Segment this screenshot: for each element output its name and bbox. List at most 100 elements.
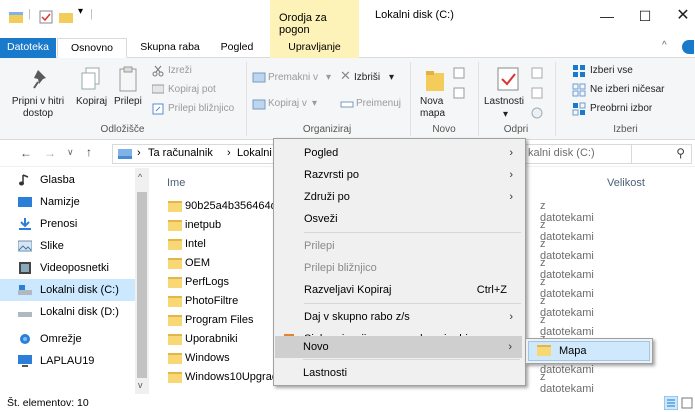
tab-share[interactable]: Skupna raba <box>135 38 205 58</box>
close-button[interactable]: ✕ <box>668 4 695 28</box>
nav-item-desktop[interactable]: Namizje <box>0 191 136 213</box>
nav-label: Omrežje <box>40 333 82 345</box>
collapse-ribbon-icon[interactable]: ^ <box>662 40 667 51</box>
copy-path-button[interactable]: Kopiraj pot <box>168 84 216 96</box>
nav-item-network[interactable]: Omrežje <box>0 328 136 350</box>
menu-item-undo-copy[interactable]: Razveljavi Kopiraj Ctrl+Z <box>276 279 523 301</box>
submenu-arrow-icon: › <box>509 311 513 323</box>
menu-item-sort-by[interactable]: Razvrsti po › <box>276 164 523 186</box>
details-view-icon[interactable] <box>664 396 678 410</box>
properties-quick-icon[interactable] <box>38 9 54 25</box>
clipboard-group-label: Odložišče <box>100 124 145 135</box>
tab-home[interactable]: Osnovno <box>57 38 127 58</box>
select-all-button[interactable]: Izberi vse <box>590 65 633 77</box>
maximize-button[interactable]: ☐ <box>630 4 660 28</box>
history-icon[interactable] <box>530 106 544 120</box>
navigation-pane: Glasba Namizje Prenosi Slike Videoposnet… <box>0 168 150 394</box>
nav-item-local-disk-d[interactable]: Lokalni disk (D:) <box>0 301 136 323</box>
copy-button[interactable]: Kopiraj <box>76 96 107 108</box>
column-header-name[interactable]: Ime <box>167 177 185 189</box>
submenu-item-folder[interactable]: Mapa <box>528 341 650 361</box>
up-icon[interactable]: ↑ <box>86 145 92 159</box>
open-group-label: Odpri <box>503 124 529 135</box>
item-name: PerfLogs <box>185 276 230 288</box>
nav-item-music[interactable]: Glasba <box>0 169 136 191</box>
pin-quick-access-button[interactable]: Pripni v hitri dostop <box>2 96 74 120</box>
forward-icon[interactable]: → <box>44 146 56 160</box>
large-icons-view-icon[interactable] <box>681 396 695 410</box>
network-icon <box>20 334 30 344</box>
menu-item-paste-shortcut[interactable]: Prilepi bližnjico <box>276 257 523 279</box>
move-to-button[interactable]: Premakni v <box>268 72 318 84</box>
menu-separator <box>304 303 521 304</box>
tab-view[interactable]: Pogled <box>212 38 262 58</box>
menu-item-refresh[interactable]: Osveži <box>276 208 523 230</box>
nav-item-videos[interactable]: Videoposnetki <box>0 257 136 279</box>
title-bar: | ▾ | Orodja za pogon Lokalni disk (C:) … <box>0 0 695 38</box>
scroll-down-icon[interactable]: v <box>138 380 143 390</box>
nav-label: LAPLAU19 <box>40 355 95 367</box>
menu-label: Razvrsti po <box>304 169 360 181</box>
nav-scrollbar-thumb[interactable] <box>137 192 147 378</box>
breadcrumb-this-pc[interactable]: Ta računalnik <box>148 147 213 159</box>
cut-button[interactable]: Izreži <box>168 65 192 77</box>
tab-file[interactable]: Datoteka <box>0 38 56 58</box>
nav-item-laplau19[interactable]: LAPLAU19 <box>0 350 136 372</box>
recent-locations-icon[interactable]: ∨ <box>67 147 74 158</box>
select-none-button[interactable]: Ne izberi ničesar <box>590 84 664 96</box>
quick-access-dropdown-icon[interactable]: ▾ <box>78 6 83 22</box>
menu-item-group-by[interactable]: Združi po › <box>276 186 523 208</box>
status-bar: Št. elementov: 10 <box>0 394 695 412</box>
nav-item-local-disk-c[interactable]: Lokalni disk (C:) <box>0 279 136 301</box>
copy-to-dropdown-icon: ▾ <box>312 98 318 109</box>
pin-icon <box>33 70 46 89</box>
explorer-icon[interactable] <box>8 9 24 25</box>
open-icon[interactable] <box>530 66 544 80</box>
select-all-icon <box>573 65 585 77</box>
search-icon[interactable]: ⚲ <box>676 146 685 160</box>
item-count: Št. elementov: 10 <box>7 397 89 409</box>
menu-item-paste[interactable]: Prilepi <box>276 235 523 257</box>
delete-button[interactable]: Izbriši <box>354 72 380 84</box>
nav-item-downloads[interactable]: Prenosi <box>0 213 136 235</box>
menu-item-share[interactable]: Daj v skupno rabo z/s › <box>276 306 523 328</box>
menu-label: Razveljavi Kopiraj <box>304 284 392 296</box>
paste-shortcut-button[interactable]: Prilepi bližnjico <box>168 103 234 115</box>
menu-separator <box>303 359 520 360</box>
search-input[interactable]: kalni disk (C:) ⚲ <box>522 144 692 164</box>
item-name: Windows <box>185 352 230 364</box>
breadcrumb-separator: › <box>227 147 231 159</box>
nav-label: Slike <box>40 240 64 252</box>
easy-access-icon[interactable] <box>452 86 466 100</box>
tab-manage[interactable]: Upravljanje <box>270 38 359 58</box>
context-group-label: Orodja za pogon <box>279 12 327 36</box>
new-item-icon[interactable] <box>452 66 466 80</box>
new-submenu: Mapa <box>525 338 653 364</box>
menu-item-view[interactable]: Pogled › <box>276 142 523 164</box>
copy-to-button[interactable]: Kopiraj v <box>268 98 307 110</box>
folder-icon <box>168 353 182 364</box>
new-folder-button[interactable]: Nova mapa <box>420 96 445 120</box>
new-folder-quick-icon[interactable] <box>58 9 74 25</box>
rename-icon <box>340 101 354 108</box>
explorer-window: | ▾ | Orodja za pogon Lokalni disk (C:) … <box>0 0 695 412</box>
minimize-button[interactable]: — <box>592 4 622 28</box>
scroll-up-icon[interactable]: ^ <box>138 172 142 182</box>
help-icon[interactable] <box>682 40 694 54</box>
item-name: Intel <box>185 238 206 250</box>
paste-button[interactable]: Prilepi <box>114 96 142 108</box>
copy-icon <box>81 67 100 90</box>
back-icon[interactable]: ← <box>20 146 32 160</box>
delete-icon: ✕ <box>340 68 351 83</box>
column-header-size[interactable]: Velikost <box>607 177 645 189</box>
folder-icon <box>168 258 182 269</box>
properties-dropdown-icon: ▾ <box>503 109 509 120</box>
invert-selection-button[interactable]: Preobrni izbor <box>590 103 652 115</box>
folder-icon <box>168 296 182 307</box>
edit-icon[interactable] <box>530 86 544 100</box>
menu-item-new[interactable]: Novo › <box>275 336 522 358</box>
rename-button[interactable]: Preimenuj <box>356 98 401 110</box>
properties-button[interactable]: Lastnosti <box>484 96 524 108</box>
menu-item-properties[interactable]: Lastnosti <box>275 362 522 384</box>
nav-item-pictures[interactable]: Slike <box>0 235 136 257</box>
